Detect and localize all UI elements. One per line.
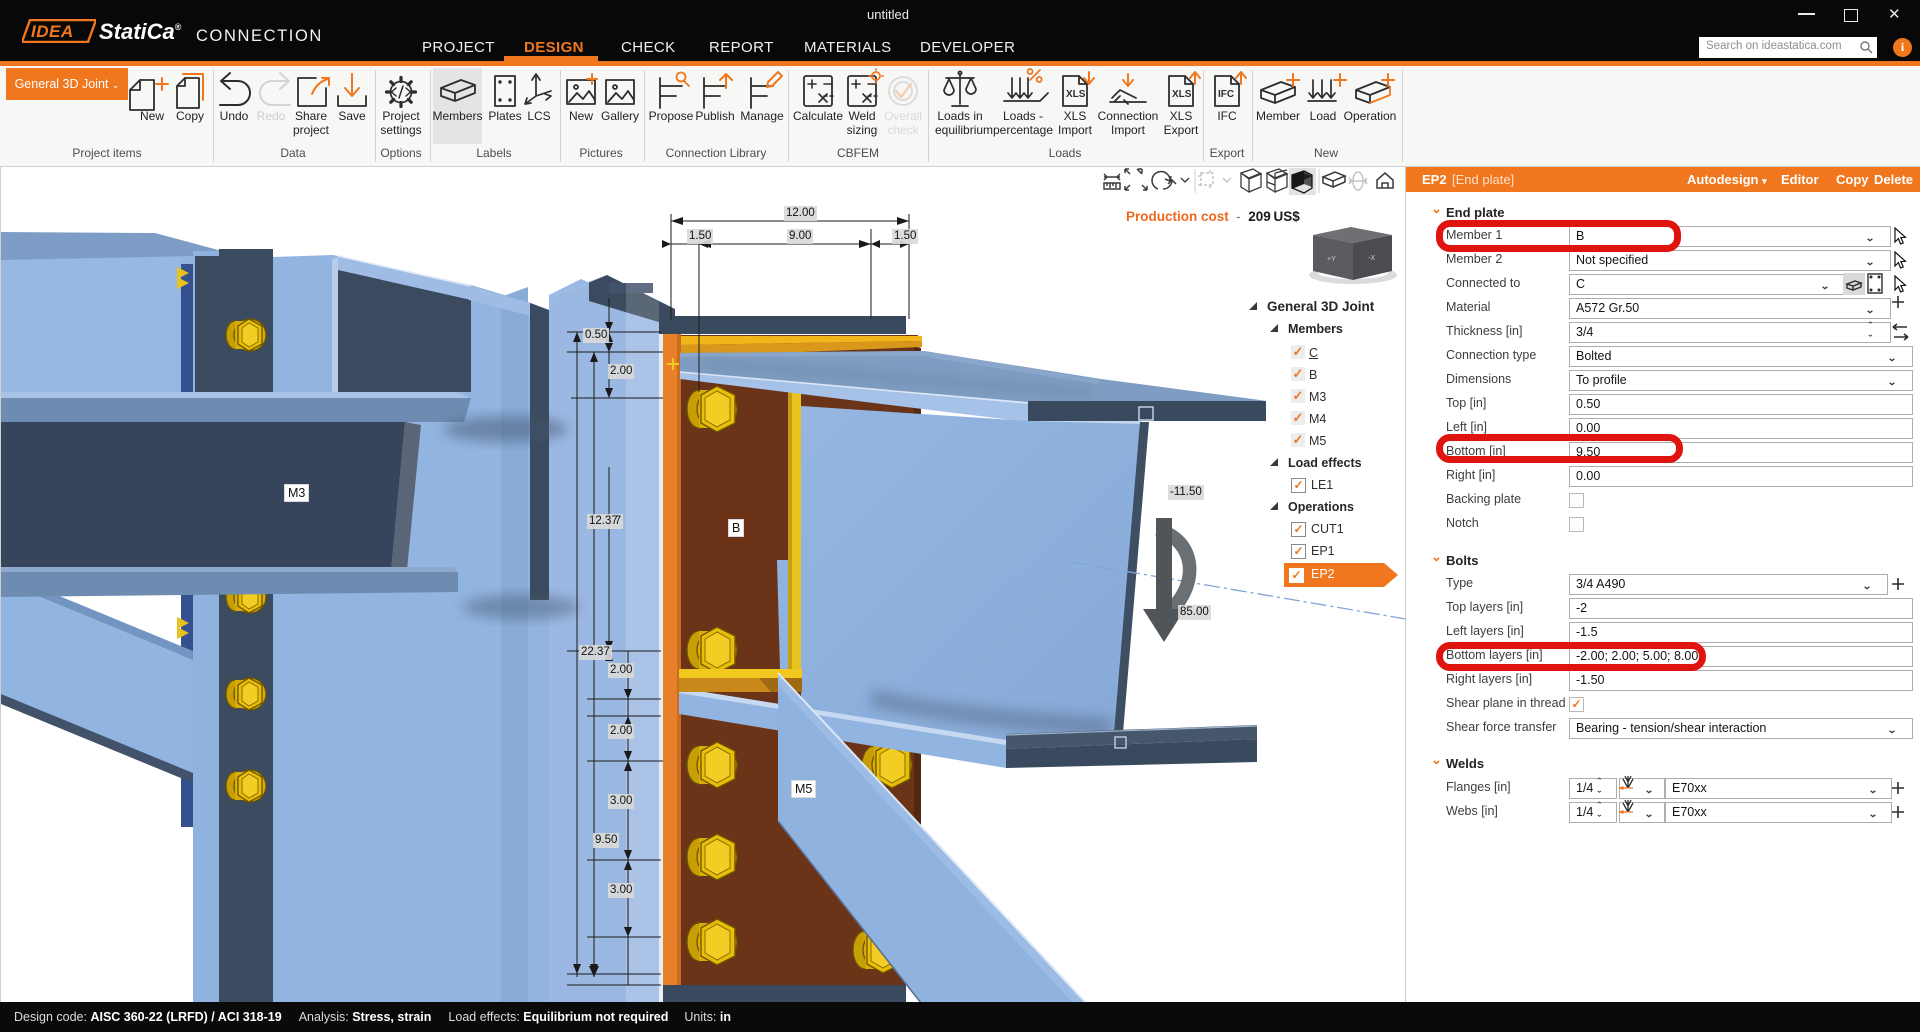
svg-text:XLS: XLS: [1066, 89, 1086, 100]
svg-text:XLS: XLS: [1172, 89, 1192, 100]
svg-text:IDEA: IDEA: [31, 22, 74, 41]
svg-text:IFC: IFC: [1218, 89, 1234, 100]
svg-text:+Y: +Y: [1327, 256, 1336, 263]
svg-text:-X: -X: [1368, 255, 1375, 262]
